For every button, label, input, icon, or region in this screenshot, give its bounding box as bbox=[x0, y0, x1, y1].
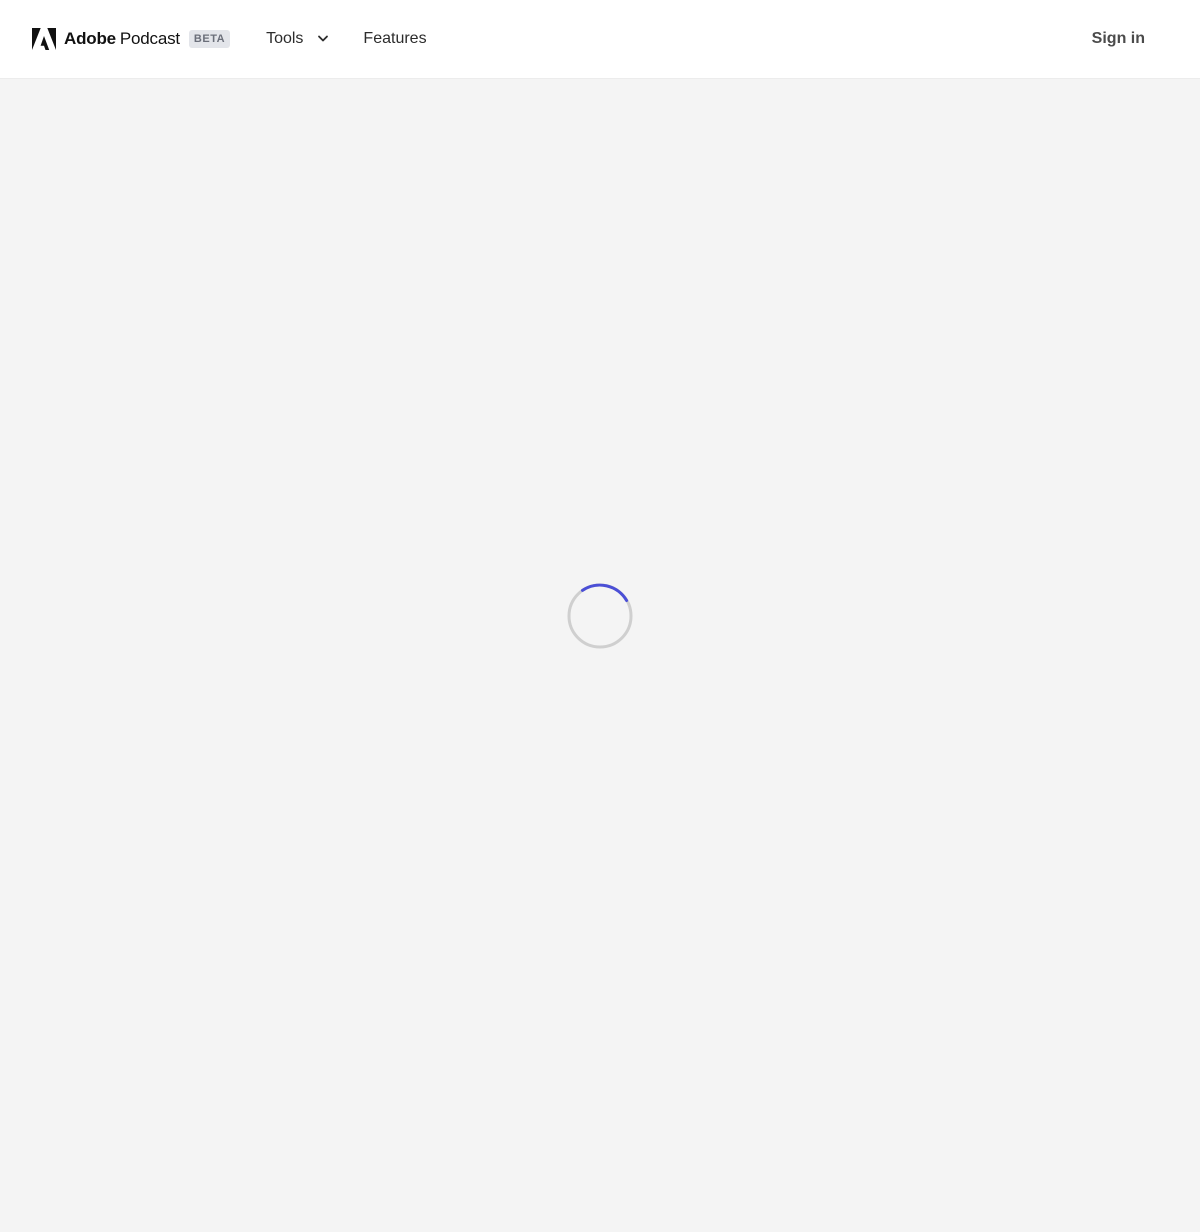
sign-in-button[interactable]: Sign in bbox=[1092, 30, 1145, 48]
features-link[interactable]: Features bbox=[363, 19, 426, 59]
chevron-down-icon bbox=[318, 35, 329, 42]
loading-spinner-icon bbox=[567, 583, 633, 649]
beta-badge: BETA bbox=[188, 30, 231, 48]
tools-label: Tools bbox=[266, 30, 304, 47]
main-nav: Tools Features bbox=[266, 19, 427, 59]
top-navigation-bar: Adobe Podcast BETA Tools Features Sign i… bbox=[0, 0, 1200, 78]
adobe-logo-icon bbox=[32, 28, 56, 50]
brand-name-adobe: Adobe bbox=[64, 29, 116, 48]
tools-menu-button[interactable]: Tools bbox=[266, 19, 329, 59]
brand-name-podcast: Podcast bbox=[119, 29, 180, 48]
adobe-podcast-logo[interactable]: Adobe Podcast BETA bbox=[32, 27, 231, 51]
main-content bbox=[0, 78, 1200, 1232]
